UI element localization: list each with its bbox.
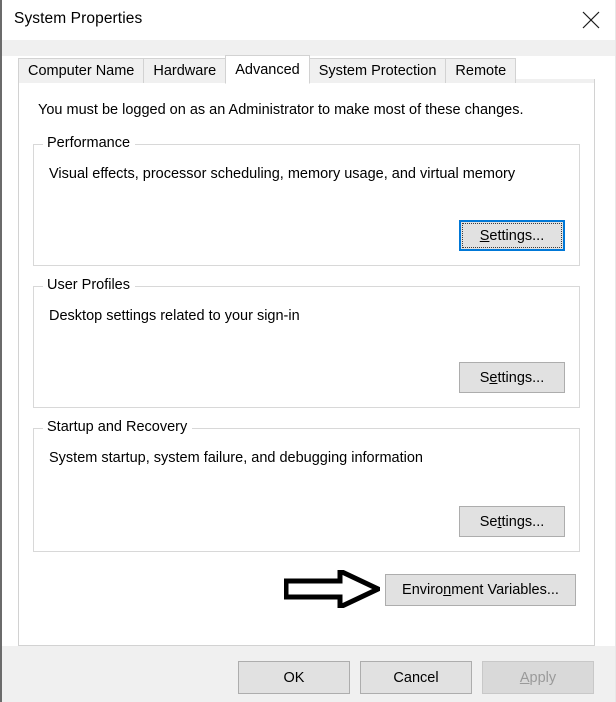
system-properties-window: System Properties Computer Name Hardware… (0, 0, 616, 702)
apply-button: Apply (482, 661, 594, 694)
performance-group: Performance Visual effects, processor sc… (33, 135, 580, 266)
admin-notice-text: You must be logged on as an Administrato… (38, 102, 524, 118)
user-profiles-settings-button[interactable]: Settings... (459, 362, 565, 393)
performance-group-legend: Performance (43, 135, 136, 151)
startup-recovery-settings-button[interactable]: Settings... (459, 506, 565, 537)
tab-label: System Protection (318, 63, 437, 79)
performance-description: Visual effects, processor scheduling, me… (49, 166, 516, 182)
tab-hardware[interactable]: Hardware (143, 58, 227, 83)
button-label: OK (283, 669, 305, 686)
dialog-footer: OK Cancel Apply (2, 646, 615, 702)
performance-settings-button[interactable]: Settings... (459, 220, 565, 251)
tab-label: Advanced (235, 61, 300, 78)
button-label: Environment Variables... (402, 582, 559, 598)
window-border-left (0, 0, 2, 702)
tab-remote[interactable]: Remote (445, 58, 517, 83)
advanced-tab-panel: You must be logged on as an Administrato… (18, 83, 595, 646)
button-label: Apply (519, 669, 557, 686)
cancel-button[interactable]: Cancel (360, 661, 472, 694)
user-profiles-description: Desktop settings related to your sign-in (49, 308, 300, 324)
startup-recovery-group: Startup and Recovery System startup, sys… (33, 419, 580, 552)
ok-button[interactable]: OK (238, 661, 350, 694)
button-label: Settings... (479, 227, 545, 244)
button-label: Settings... (479, 369, 545, 386)
tab-label: Remote (455, 63, 507, 79)
tab-label: Hardware (153, 63, 217, 79)
button-label: Cancel (393, 669, 439, 686)
startup-recovery-group-legend: Startup and Recovery (43, 419, 193, 435)
startup-recovery-description: System startup, system failure, and debu… (49, 450, 423, 466)
close-button[interactable] (566, 0, 615, 36)
tab-band (2, 40, 615, 56)
tab-system-protection[interactable]: System Protection (308, 58, 447, 83)
user-profiles-group: User Profiles Desktop settings related t… (33, 277, 580, 408)
tab-computer-name[interactable]: Computer Name (18, 58, 145, 83)
tab-label: Computer Name (28, 63, 135, 79)
environment-variables-button[interactable]: Environment Variables... (385, 574, 576, 606)
user-profiles-group-legend: User Profiles (43, 277, 135, 293)
button-label: Settings... (479, 513, 545, 530)
window-title: System Properties (14, 10, 143, 27)
tab-advanced[interactable]: Advanced (225, 55, 310, 84)
tab-strip: Computer Name Hardware Advanced System P… (18, 55, 517, 84)
title-bar: System Properties (2, 0, 615, 40)
